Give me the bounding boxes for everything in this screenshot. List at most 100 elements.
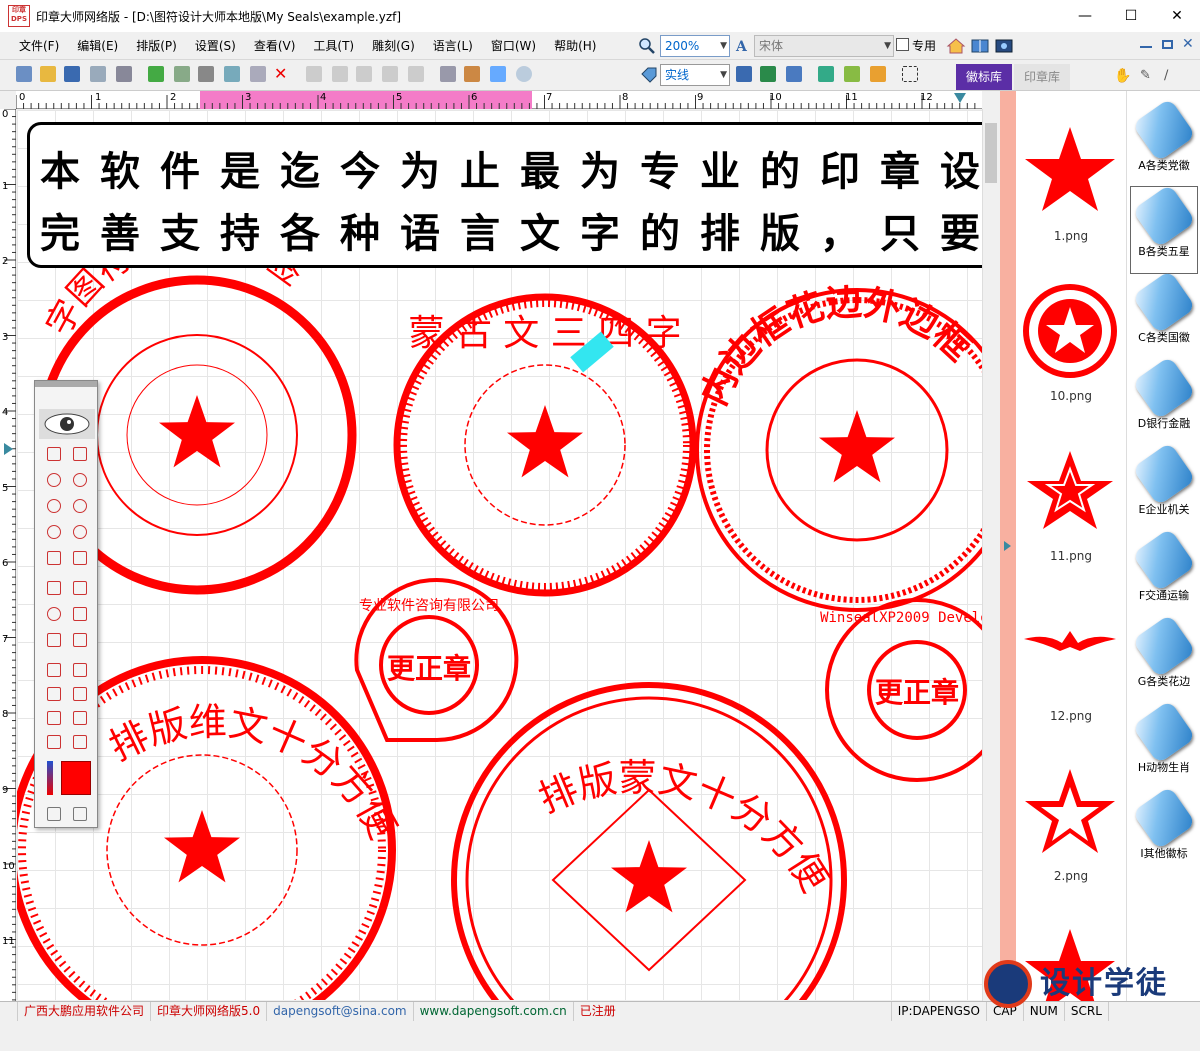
category-item[interactable]: G各类花边 — [1131, 613, 1197, 703]
cut-icon[interactable] — [198, 66, 214, 82]
menu-engrave[interactable]: 雕刻(G) — [363, 32, 424, 60]
library-item[interactable]: 1.png — [1016, 91, 1126, 251]
ruler-left[interactable]: 0 1 2 3 4 5 6 7 8 9 10 11 — [0, 109, 16, 1001]
star-tool-icon[interactable] — [47, 447, 61, 461]
align-bottom-icon[interactable] — [408, 66, 424, 82]
grid-tool-icon[interactable] — [47, 551, 61, 565]
palette-grip[interactable] — [35, 381, 97, 387]
status-email[interactable]: dapengsoft@sina.com — [267, 1001, 414, 1021]
menu-language[interactable]: 语言(L) — [424, 32, 482, 60]
menu-help[interactable]: 帮助(H) — [545, 32, 605, 60]
close-button[interactable]: ✕ — [1154, 0, 1200, 32]
excel-icon[interactable] — [760, 66, 776, 82]
menu-edit[interactable]: 编辑(E) — [68, 32, 127, 60]
menu-view[interactable]: 查看(V) — [245, 32, 305, 60]
mdi-close-icon[interactable]: ✕ — [1182, 36, 1194, 52]
circle-tool-icon[interactable] — [47, 473, 61, 487]
screen-icon[interactable] — [994, 37, 1014, 55]
export-icon[interactable] — [786, 66, 802, 82]
category-item[interactable]: B各类五星 — [1130, 183, 1198, 274]
font-select[interactable]: 宋体 ▼ — [754, 35, 894, 57]
save-icon[interactable] — [64, 66, 80, 82]
layout-d-tool-icon[interactable] — [73, 687, 87, 701]
layout-b-tool-icon[interactable] — [73, 663, 87, 677]
line-style-select[interactable]: 实线 ▼ — [660, 64, 730, 86]
minimize-button[interactable]: — — [1062, 0, 1108, 32]
design-canvas[interactable]: 字图符全部有纹签 蒙 古 文 三 四 字 内边框花边外边框 更正章 专业软件咨询… — [17, 110, 982, 1000]
undo-icon[interactable] — [148, 66, 164, 82]
category-item[interactable]: C各类国徽 — [1131, 269, 1197, 359]
layout-e-tool-icon[interactable] — [47, 711, 61, 725]
new-icon[interactable] — [16, 66, 32, 82]
preview-icon[interactable] — [90, 66, 106, 82]
tag-blue-icon[interactable] — [818, 66, 834, 82]
exclusive-checkbox[interactable] — [896, 38, 909, 51]
gradient-swatch[interactable] — [47, 761, 53, 795]
menu-settings[interactable]: 设置(S) — [186, 32, 245, 60]
library-item[interactable]: 11.png — [1016, 411, 1126, 571]
book-icon[interactable] — [970, 37, 990, 55]
layout-c-tool-icon[interactable] — [47, 687, 61, 701]
maximize-button[interactable]: ☐ — [1108, 0, 1154, 32]
layout-h-tool-icon[interactable] — [73, 735, 87, 749]
redo-icon[interactable] — [174, 66, 190, 82]
seal-small-5[interactable]: 更正章 WinsealXP2009 Developer — [820, 598, 982, 782]
vertical-scrollbar[interactable] — [982, 109, 998, 1001]
keyboard-icon[interactable] — [47, 807, 61, 821]
mdi-restore-icon[interactable] — [1162, 40, 1173, 49]
seal-round-3[interactable]: 内边框花边外边框 — [693, 281, 982, 612]
align-right-icon[interactable] — [356, 66, 372, 82]
tool-palette[interactable] — [34, 380, 98, 828]
category-item[interactable]: H动物生肖 — [1131, 699, 1197, 789]
scroll-thumb[interactable] — [985, 123, 997, 183]
library-item[interactable]: 2.png — [1016, 731, 1126, 891]
color-swatch[interactable] — [61, 761, 91, 795]
banner-frame[interactable]: 本软件是迄今为止最为专业的印章设 完善支持各种语言文字的排版，只要 — [27, 122, 982, 268]
delete-icon[interactable]: ✕ — [274, 66, 290, 82]
seal-round-7[interactable]: 排版蒙文十分方便 — [451, 682, 847, 1000]
layout-f-tool-icon[interactable] — [73, 711, 87, 725]
tag-orange-icon[interactable] — [870, 66, 886, 82]
zoom-select[interactable]: 200% ▼ — [660, 35, 730, 57]
quad-tool-icon[interactable] — [47, 633, 61, 647]
paste-icon[interactable] — [250, 66, 266, 82]
seal-small-4[interactable]: 更正章 专业软件咨询有限公司 — [354, 578, 519, 742]
ruler-marker-icon[interactable] — [954, 93, 966, 103]
collapse-arrow-icon[interactable] — [1004, 541, 1011, 551]
category-item[interactable]: E企业机关 — [1131, 441, 1197, 531]
ruler-top[interactable]: 0 1 2 3 4 5 6 7 8 9 10 11 12 — [16, 91, 982, 109]
layout-a-tool-icon[interactable] — [47, 663, 61, 677]
align-left-icon[interactable] — [332, 66, 348, 82]
ellipse-tool-icon[interactable] — [47, 499, 61, 513]
home-icon[interactable] — [946, 37, 966, 55]
menu-window[interactable]: 窗口(W) — [482, 32, 545, 60]
quad-alt-tool-icon[interactable] — [73, 633, 87, 647]
oval-tool-icon[interactable] — [47, 525, 61, 539]
select-icon[interactable] — [902, 66, 918, 82]
word-icon[interactable] — [736, 66, 752, 82]
library-item[interactable]: 12.png — [1016, 571, 1126, 731]
eye-icon[interactable] — [39, 409, 95, 439]
library-item[interactable]: 10.png — [1016, 251, 1126, 411]
tab-seal-library[interactable]: 印章库 — [1014, 64, 1071, 90]
copy-icon[interactable] — [224, 66, 240, 82]
oval-border-tool-icon[interactable] — [73, 525, 87, 539]
circle-double-tool-icon[interactable] — [73, 473, 87, 487]
triangle-tool-icon[interactable] — [73, 607, 87, 621]
panel-splitter[interactable] — [1000, 91, 1016, 1001]
category-item[interactable]: D银行金融 — [1131, 355, 1197, 445]
category-item[interactable]: A各类党徽 — [1131, 97, 1197, 187]
print-icon[interactable] — [116, 66, 132, 82]
emblem-tool-icon[interactable] — [73, 447, 87, 461]
layout-g-tool-icon[interactable] — [47, 735, 61, 749]
menu-file[interactable]: 文件(F) — [10, 32, 68, 60]
tab-logo-library[interactable]: 徽标库 — [956, 64, 1013, 90]
ellipse-double-tool-icon[interactable] — [73, 499, 87, 513]
category-item[interactable]: I其他徽标 — [1131, 785, 1197, 875]
pen-icon[interactable]: ✎ — [1140, 68, 1151, 83]
photo-icon[interactable] — [490, 66, 506, 82]
image-icon[interactable] — [464, 66, 480, 82]
mdi-minimize-icon[interactable] — [1140, 46, 1152, 48]
align-icon[interactable] — [306, 66, 322, 82]
status-website[interactable]: www.dapengsoft.com.cn — [414, 1001, 574, 1021]
